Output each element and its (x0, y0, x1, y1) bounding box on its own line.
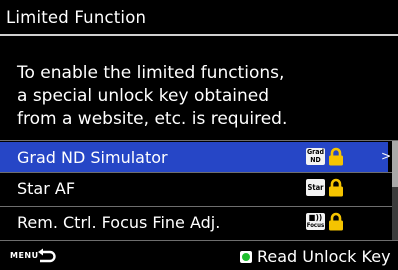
back-arrow-icon[interactable] (37, 248, 57, 265)
badge-text: ■)) (308, 213, 323, 222)
badge-text: Star (307, 183, 324, 192)
scrollbar[interactable] (392, 141, 398, 240)
footer-bar: MENU Read Unlock Key (0, 244, 398, 270)
lock-icon (329, 178, 343, 197)
star-af-icon: Star (306, 179, 325, 196)
menu-item-label: Rem. Ctrl. Focus Fine Adj. (17, 213, 221, 232)
message-line: To enable the limited functions, (17, 63, 285, 83)
remote-focus-icon: ■)) Focus (306, 213, 325, 230)
menu-item-star-af[interactable]: Star AF Star (0, 173, 388, 203)
green-button-icon[interactable] (240, 251, 252, 263)
page-title: Limited Function (6, 8, 147, 27)
divider (0, 140, 398, 141)
menu-item-grad-nd-simulator[interactable]: Grad ND Simulator Grad ND > (0, 142, 392, 172)
read-unlock-key-label[interactable]: Read Unlock Key (257, 247, 391, 266)
divider (0, 240, 398, 241)
grad-nd-icon: Grad ND (306, 148, 325, 165)
scrollbar-thumb[interactable] (392, 141, 398, 187)
message-line: from a website, etc. is required. (17, 109, 288, 129)
title-bar: Limited Function (0, 0, 398, 36)
badge-text: ND (310, 155, 321, 164)
lock-icon (329, 147, 343, 166)
menu-button-label[interactable]: MENU (10, 251, 39, 260)
chevron-right-icon: > (381, 149, 392, 163)
menu-item-label: Grad ND Simulator (17, 148, 168, 167)
badge-text: Focus (306, 222, 325, 229)
menu-item-label: Star AF (17, 179, 76, 198)
lock-icon (329, 212, 343, 231)
menu-item-remote-focus-fine-adj[interactable]: Rem. Ctrl. Focus Fine Adj. ■)) Focus (0, 207, 388, 237)
message-line: a special unlock key obtained (17, 86, 269, 106)
info-message: To enable the limited functions, a speci… (17, 62, 387, 131)
